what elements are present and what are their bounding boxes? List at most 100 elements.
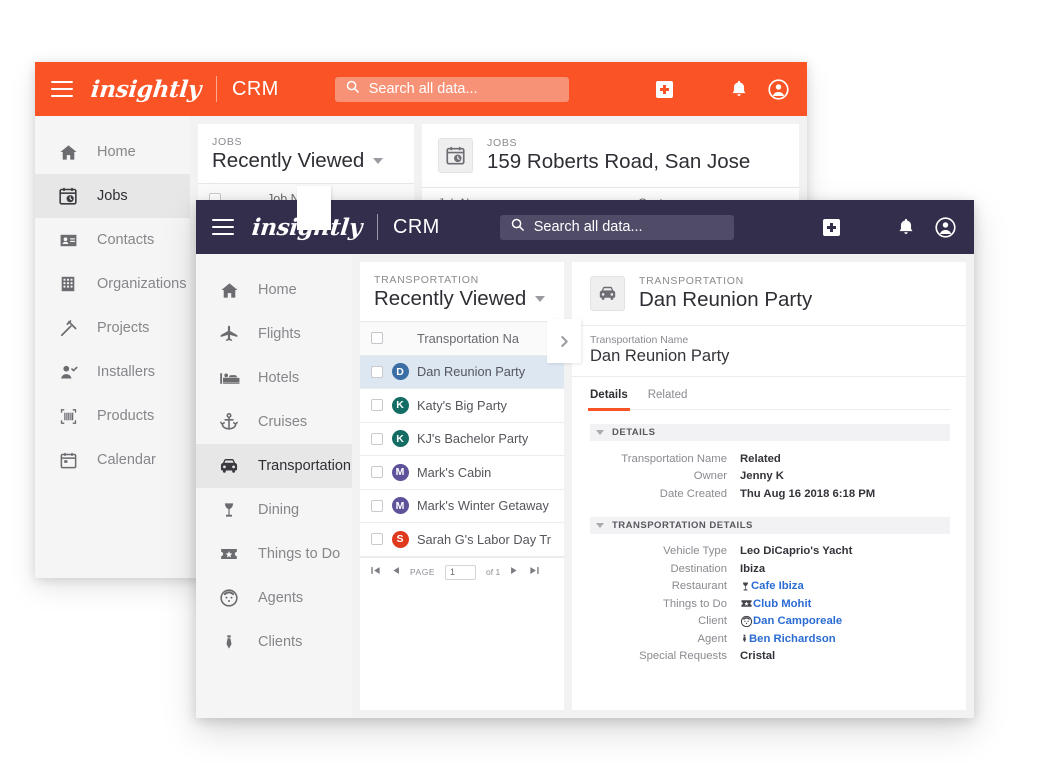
page-first-icon[interactable]: [370, 565, 381, 579]
sidebar-item-home[interactable]: Home: [35, 130, 190, 174]
bell-icon[interactable]: [898, 218, 914, 236]
field-label: Things to Do: [662, 597, 727, 610]
sidebar-item-contacts[interactable]: Contacts: [35, 218, 190, 262]
field-row: Transportation Name Related: [590, 450, 950, 468]
user-avatar-icon[interactable]: [768, 78, 789, 100]
search-input[interactable]: Search all data...: [499, 214, 734, 240]
chevron-down-icon[interactable]: [373, 158, 384, 164]
sidebar-item-cruises[interactable]: Cruises: [196, 400, 352, 444]
row-checkbox[interactable]: [371, 466, 383, 479]
sidebar-item-jobs[interactable]: Jobs: [35, 174, 190, 218]
insightly-logo[interactable]: insightly: [90, 76, 203, 103]
sidebar-item-calendar[interactable]: Calendar: [35, 438, 190, 482]
necktie-icon: [218, 631, 240, 653]
field-row: Owner Jenny K: [590, 468, 950, 486]
sidebar-item-organizations[interactable]: Organizations: [35, 262, 190, 306]
sidebar-label: Clients: [258, 634, 303, 650]
table-row[interactable]: S Sarah G's Labor Day Tr: [360, 523, 564, 557]
header-divider: [376, 214, 378, 240]
row-checkbox[interactable]: [371, 365, 383, 378]
sidebar-item-hotels[interactable]: Hotels: [196, 356, 352, 400]
barcode-icon: [57, 405, 79, 427]
app-grid-icon[interactable]: [694, 81, 710, 97]
product-name: CRM: [231, 77, 279, 100]
tab-related[interactable]: Related: [648, 389, 688, 409]
table-row[interactable]: M Mark's Winter Getaway: [360, 490, 564, 523]
sidebar-item-products[interactable]: Products: [35, 394, 190, 438]
bed-icon: [218, 367, 240, 389]
airplane-icon: [218, 323, 240, 345]
ticket-star-icon: [740, 597, 753, 610]
field-value-link[interactable]: Club Mohit: [753, 598, 811, 610]
necktie-icon: [740, 632, 749, 645]
page-next-icon[interactable]: [510, 565, 519, 579]
sidebar-item-agents[interactable]: Agents: [196, 576, 352, 620]
page-label: PAGE: [410, 567, 435, 577]
building-icon: [57, 273, 79, 295]
list-header: TRANSPORTATION Recently Viewed: [360, 262, 564, 321]
tab-details[interactable]: Details: [588, 389, 630, 411]
field-label: Client: [698, 615, 727, 628]
detail-tabs: Details Related: [588, 377, 950, 411]
chevron-down-icon[interactable]: [535, 296, 546, 302]
table-row[interactable]: D Dan Reunion Party: [360, 355, 564, 389]
search-input[interactable]: Search all data...: [334, 76, 569, 102]
table-row[interactable]: K KJ's Bachelor Party: [360, 423, 564, 456]
sidebar-item-projects[interactable]: Projects: [35, 306, 190, 350]
page-last-icon[interactable]: [529, 565, 540, 579]
avatar: M: [391, 463, 409, 481]
back-expand-button[interactable]: [297, 186, 331, 230]
front-content: TRANSPORTATION Recently Viewed Transport…: [352, 254, 974, 718]
car-icon: [218, 455, 240, 477]
transportation-details-fields: Vehicle Type Leo DiCaprio's Yacht Destin…: [572, 534, 966, 666]
select-all-checkbox[interactable]: [371, 332, 383, 345]
back-detail-header: JOBS 159 Roberts Road, San Jose: [422, 124, 799, 187]
front-header-actions: [823, 216, 960, 238]
field-row: Restaurant Cafe Ibiza: [590, 578, 950, 596]
field-row: Things to Do Club Mohit: [590, 595, 950, 613]
user-avatar-icon[interactable]: [935, 216, 956, 238]
expand-panel-button[interactable]: [547, 319, 581, 363]
chevron-down-icon[interactable]: [596, 430, 604, 435]
row-checkbox[interactable]: [371, 432, 383, 445]
hamburger-icon[interactable]: [212, 219, 234, 235]
row-checkbox[interactable]: [371, 399, 383, 412]
sidebar-item-home[interactable]: Home: [196, 268, 352, 312]
page-number-input[interactable]: 1: [445, 564, 476, 580]
detail-eyebrow: TRANSPORTATION: [639, 275, 744, 287]
table-row[interactable]: K Katy's Big Party: [360, 389, 564, 423]
sidebar-item-dining[interactable]: Dining: [196, 488, 352, 532]
app-grid-icon[interactable]: [861, 219, 877, 235]
table-row[interactable]: M Mark's Cabin: [360, 456, 564, 490]
ticket-star-icon: [218, 543, 240, 565]
field-value-link[interactable]: Ben Richardson: [749, 633, 836, 645]
row-checkbox[interactable]: [371, 533, 383, 546]
row-checkbox[interactable]: [371, 499, 383, 512]
row-name: Dan Reunion Party: [417, 364, 526, 380]
sidebar-item-things-to-do[interactable]: Things to Do: [196, 532, 352, 576]
avatar: K: [391, 430, 409, 448]
sidebar-item-clients[interactable]: Clients: [196, 620, 352, 664]
back-sidebar: Home Jobs Contacts Organizations Project…: [35, 116, 190, 578]
bell-icon[interactable]: [731, 80, 747, 98]
sidebar-item-flights[interactable]: Flights: [196, 312, 352, 356]
plus-icon[interactable]: [656, 80, 673, 98]
chevron-down-icon[interactable]: [596, 522, 604, 528]
field-value-link[interactable]: Cafe Ibiza: [751, 580, 804, 592]
column-header-label: Transportation Na: [417, 330, 519, 346]
sidebar-item-transportation[interactable]: Transportation: [196, 444, 352, 488]
field-value: Ibiza: [740, 562, 766, 575]
back-list-title: Recently Viewed: [212, 149, 365, 172]
section-header-transportation-details[interactable]: TRANSPORTATION DETAILS: [590, 516, 950, 534]
plus-icon[interactable]: [823, 218, 840, 236]
calendar-icon: [57, 449, 79, 471]
field-row: Agent Ben Richardson: [590, 630, 950, 648]
search-placeholder: Search all data...: [368, 81, 478, 97]
field-row: Special Requests Cristal: [590, 648, 950, 666]
front-window-body: Home Flights Hotels Cruises Transportati…: [196, 254, 974, 718]
field-value-link[interactable]: Dan Camporeale: [753, 615, 842, 627]
page-prev-icon[interactable]: [391, 565, 400, 579]
section-header-details[interactable]: DETAILS: [590, 424, 950, 441]
hamburger-icon[interactable]: [51, 81, 73, 97]
sidebar-item-installers[interactable]: Installers: [35, 350, 190, 394]
